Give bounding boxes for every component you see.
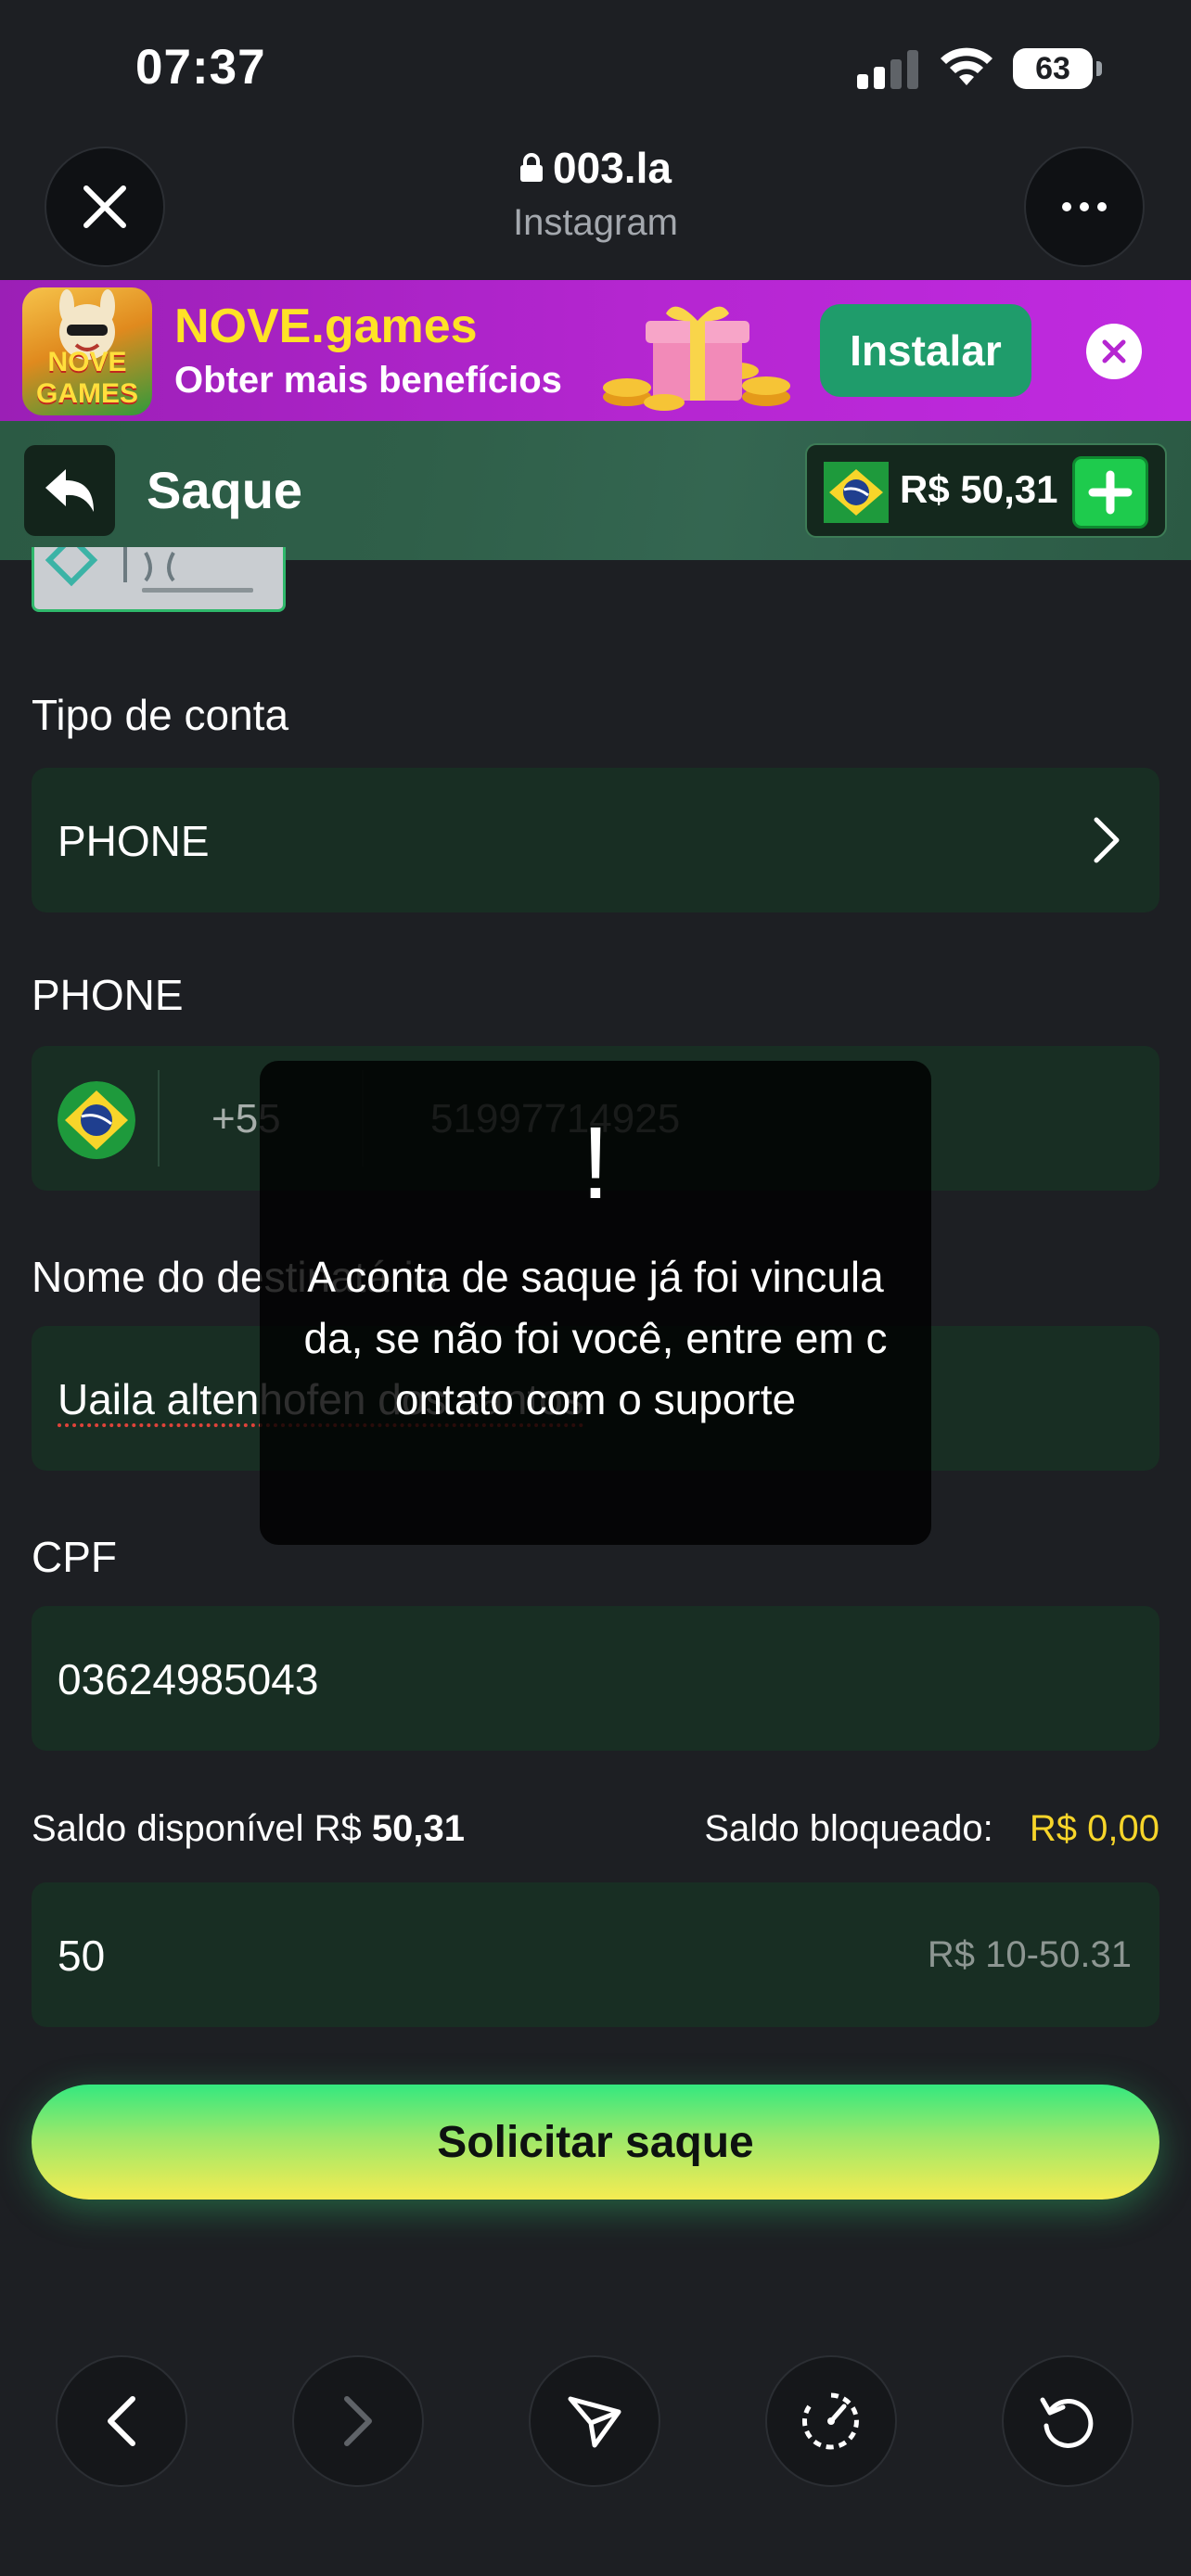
pix-icon [45,547,253,593]
account-type-select[interactable]: PHONE [32,768,1159,912]
url-domain: 003.la [553,144,672,192]
balance-amount: R$ 50,31 [900,467,1058,511]
url-display: 003.la Instagram [0,143,1191,244]
balance-pill: R$ 50,31 [805,443,1167,538]
pix-logo[interactable] [32,547,286,612]
brazil-flag-icon [58,1081,135,1159]
promo-close-icon[interactable] [1085,323,1143,380]
back-arrow-icon [45,469,94,512]
chevron-right-icon [1094,817,1120,863]
reload-button[interactable] [1002,2355,1133,2487]
blocked-balance-label: Saldo bloqueado: [704,1808,993,1849]
share-button[interactable] [529,2355,660,2487]
amount-input[interactable]: 50 [58,1931,105,1981]
wifi-icon [941,47,992,85]
error-toast: ! A conta de saque já foi vinculada, se … [260,1061,931,1545]
field-divider [158,1070,160,1167]
url-domain-row: 003.la [519,143,672,193]
promo-title: NOVE.games [174,300,478,353]
available-balance: Saldo disponível R$ 50,31 [32,1808,465,1850]
speed-button[interactable] [765,2355,897,2487]
gauge-icon [802,2392,859,2450]
toast-message: A conta de saque já foi vinculada, se nã… [303,1253,888,1423]
account-type-label: Tipo de conta [32,691,289,739]
account-type-value: PHONE [58,817,210,865]
brazil-flag-icon [824,462,889,523]
browser-header: 003.la Instagram [0,139,1191,280]
request-withdrawal-button[interactable]: Solicitar saque [32,2085,1159,2200]
page-title: Saque [147,461,303,519]
exclamation-icon: ! [581,1106,610,1220]
chevron-right-icon [344,2396,372,2446]
cellular-signal-icon [857,48,922,89]
available-balance-label: Saldo disponível R$ [32,1808,362,1849]
app-header: Saque R$ 50,31 [0,421,1191,560]
blocked-balance: Saldo bloqueado: R$ 0,00 [704,1808,1159,1850]
chevron-left-icon [108,2396,135,2446]
plus-icon [1088,470,1133,515]
browser-forward-button[interactable] [292,2355,424,2487]
promo-logo-text: NOVE GAMES [35,347,138,409]
status-time: 07:37 [135,40,266,95]
browser-bottom-nav [0,2355,1191,2487]
cpf-input[interactable]: 03624985043 [58,1654,318,1704]
promo-subtitle: Obter mais benefícios [174,360,562,401]
lock-icon [520,153,544,182]
nove-games-logo: NOVE GAMES [22,287,152,415]
status-bar: 07:37 63 [0,0,1191,139]
back-button[interactable] [24,445,115,536]
cpf-field[interactable]: 03624985043 [32,1606,1159,1751]
cpf-label: CPF [32,1533,117,1581]
amount-field[interactable]: 50 R$ 10-50.31 [32,1882,1159,2027]
gift-coins-icon [603,306,790,411]
reload-icon [1040,2397,1094,2448]
add-funds-button[interactable] [1072,456,1148,529]
phone-label: PHONE [32,971,184,1019]
browser-back-button[interactable] [56,2355,187,2487]
send-icon [568,2396,621,2448]
battery-indicator: 63 [1013,48,1102,89]
blocked-balance-value: R$ 0,00 [1029,1808,1159,1849]
install-promo-banner: NOVE GAMES NOVE.games Obter mais benefíc… [0,280,1191,421]
url-source: Instagram [513,202,678,243]
amount-range-hint: R$ 10-50.31 [927,1934,1132,1975]
available-balance-value: 50,31 [371,1808,466,1849]
install-button[interactable]: Instalar [820,304,1031,397]
more-dots-icon [1062,202,1107,211]
browser-more-button[interactable] [1024,147,1145,267]
